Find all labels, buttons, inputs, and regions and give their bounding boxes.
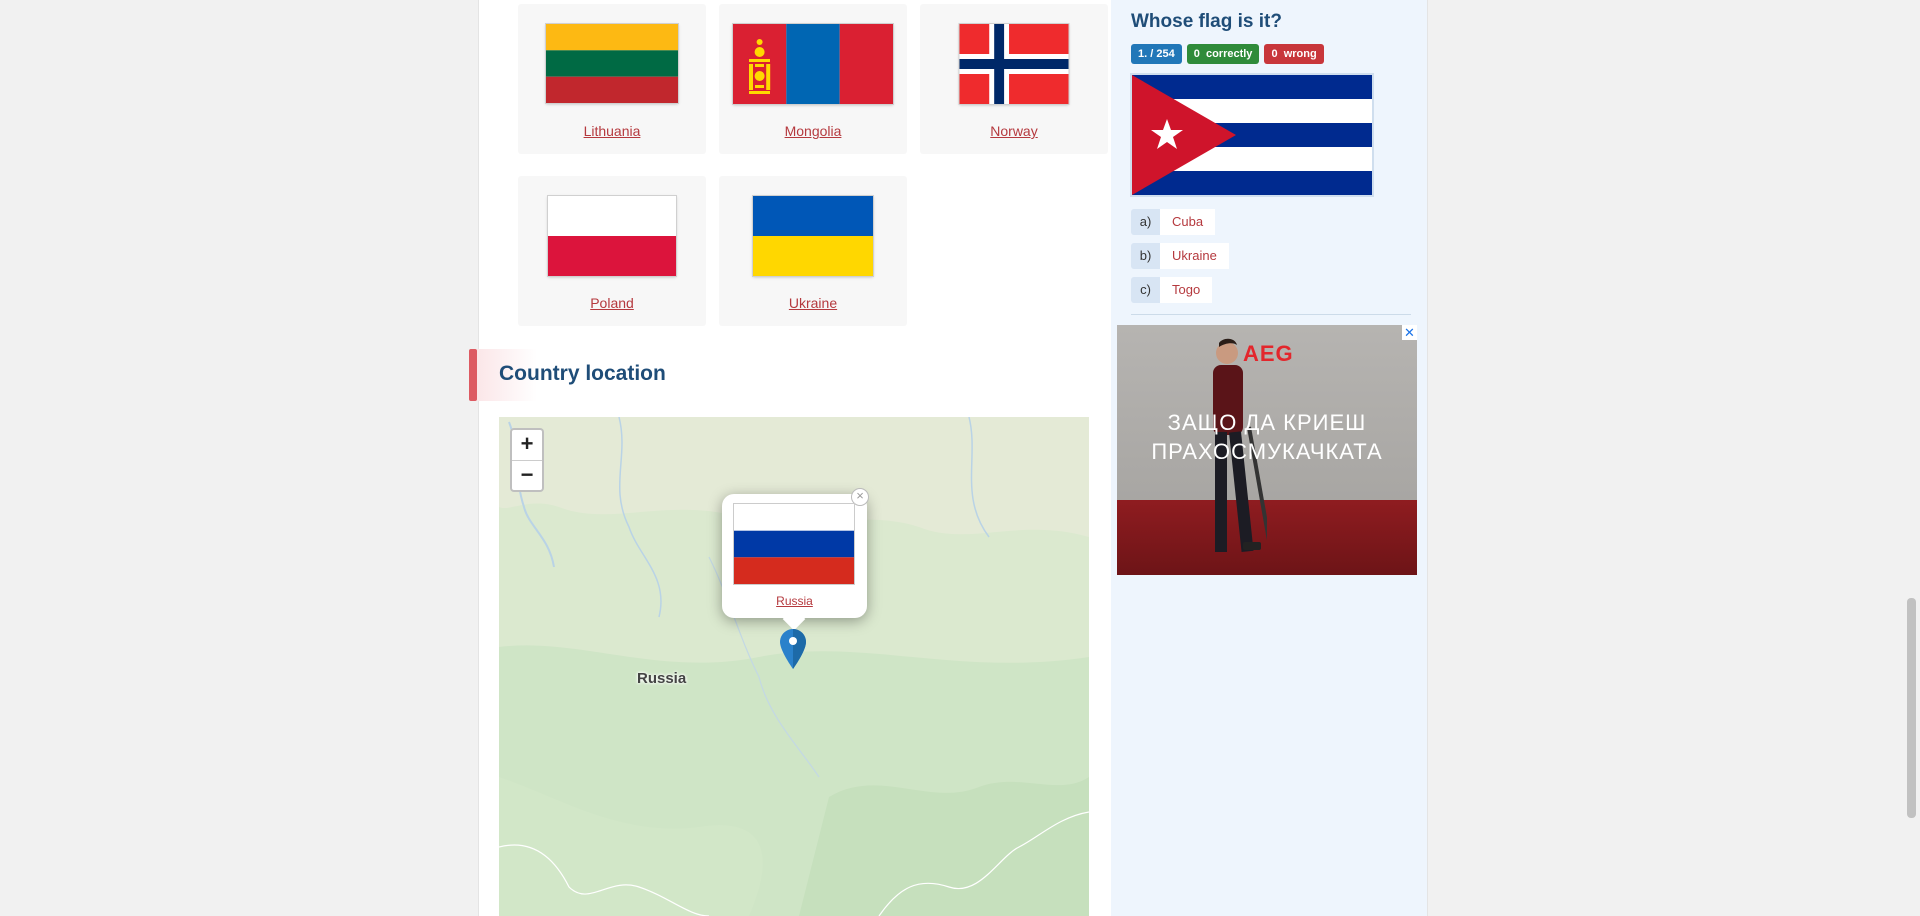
quiz-progress-badge: 1. / 254	[1131, 44, 1182, 64]
quiz-flag-image	[1132, 75, 1372, 195]
map-country-label: Russia	[637, 670, 687, 687]
correct-badge: 0 correctly	[1186, 44, 1260, 64]
quiz-title: Whose flag is it?	[1131, 11, 1282, 32]
answer-letter: c)	[1131, 277, 1160, 303]
quiz-badges: 1. / 254 0 correctly 0 wrong	[1131, 44, 1329, 64]
map-popup: × Russia	[722, 488, 869, 631]
map-zoom-control: + −	[510, 428, 544, 492]
ad-slogan: ЗАЩО ДА КРИЕШ ПРАХОСМУКАЧКАТА	[1117, 408, 1417, 466]
answer-text[interactable]: Cuba	[1160, 209, 1216, 235]
ad-slogan-line-2: ПРАХОСМУКАЧКАТА	[1151, 439, 1383, 464]
zoom-out-button[interactable]: −	[512, 461, 542, 491]
correct-label: correctly	[1205, 48, 1253, 60]
section-header: Country location	[469, 349, 1091, 401]
popup-country-link[interactable]: Russia	[722, 594, 867, 608]
advertisement-banner[interactable]: AEG ЗАЩО ДА КРИЕШ ПРАХОСМУКАЧКАТА ✕	[1117, 325, 1417, 575]
quiz-sidebar: Whose flag is it? 1. / 254 0 correctly 0 w…	[1111, 0, 1427, 916]
flag-card-lithuania[interactable]: Lithuania	[518, 4, 706, 154]
ad-slogan-line-1: ЗАЩО ДА КРИЕШ	[1167, 410, 1367, 435]
mongolia-flag-image[interactable]	[733, 24, 893, 104]
flag-card-poland[interactable]: Poland	[518, 176, 706, 326]
russia-flag-image	[734, 504, 854, 584]
flag-link-mongolia[interactable]: Mongolia	[719, 123, 907, 139]
answer-text[interactable]: Ukraine	[1160, 243, 1229, 269]
section-accent-bar	[469, 349, 477, 401]
answer-text[interactable]: Togo	[1160, 277, 1213, 303]
ad-brand-logo: AEG	[1243, 341, 1294, 366]
answer-letter: a)	[1131, 209, 1160, 235]
scrollbar-thumb[interactable]	[1907, 598, 1916, 818]
wrong-count: 0	[1271, 48, 1278, 60]
wrong-badge: 0 wrong	[1264, 44, 1324, 64]
answer-letter: b)	[1131, 243, 1160, 269]
map-marker-icon[interactable]	[780, 629, 806, 669]
ad-close-icon[interactable]: ✕	[1402, 325, 1417, 340]
wrong-label: wrong	[1283, 48, 1317, 60]
flag-card-ukraine[interactable]: Ukraine	[719, 176, 907, 326]
section-title: Country location	[499, 362, 666, 385]
flag-card-norway[interactable]: Norway	[920, 4, 1108, 154]
zoom-in-button[interactable]: +	[512, 430, 542, 461]
correct-count: 0	[1193, 48, 1200, 60]
poland-flag-image[interactable]	[548, 196, 676, 276]
sidebar-divider	[1131, 314, 1411, 315]
lithuania-flag-image[interactable]	[546, 24, 678, 103]
norway-flag-image[interactable]	[959, 24, 1069, 104]
ukraine-flag-image[interactable]	[753, 196, 873, 276]
flag-link-lithuania[interactable]: Lithuania	[518, 123, 706, 139]
country-map[interactable]: + − Russia × Russia	[499, 417, 1089, 916]
page-scrollbar[interactable]	[1903, 0, 1920, 916]
flag-link-ukraine[interactable]: Ukraine	[719, 295, 907, 311]
flag-link-norway[interactable]: Norway	[920, 123, 1108, 139]
flag-link-poland[interactable]: Poland	[518, 295, 706, 311]
flag-card-mongolia[interactable]: Mongolia	[719, 4, 907, 154]
page-content: Lithuania Mongolia Norway Poland Ukraine…	[469, 0, 1428, 916]
